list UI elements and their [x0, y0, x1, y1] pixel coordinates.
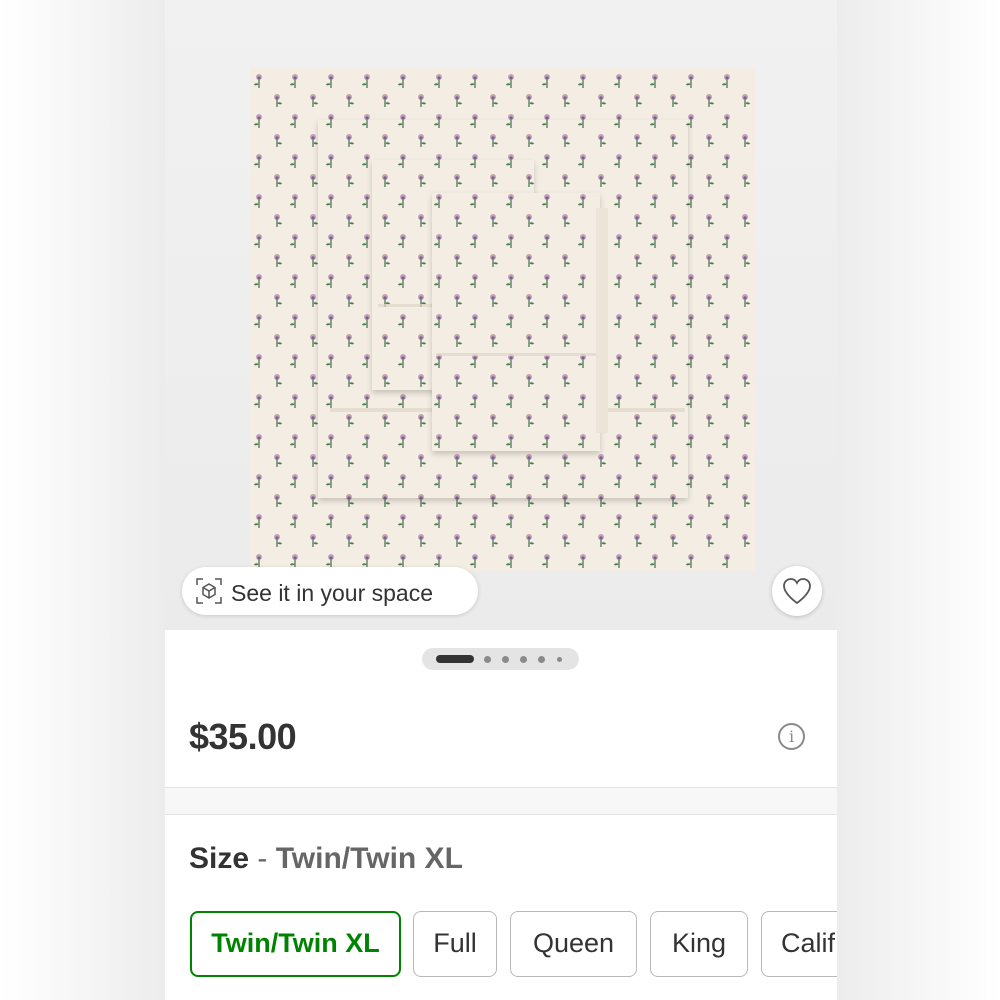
size-option-california-king[interactable]: Calif	[761, 911, 837, 977]
carousel-dot-active[interactable]	[436, 655, 474, 663]
size-label: Size	[189, 842, 250, 875]
size-separator: -	[249, 842, 276, 875]
carousel-indicator[interactable]	[422, 648, 579, 670]
favorite-button[interactable]	[772, 566, 822, 616]
see-it-in-your-space-button[interactable]: See it in your space	[182, 567, 478, 615]
background-left	[0, 0, 165, 1000]
info-glyph: i	[788, 727, 795, 746]
carousel-dot[interactable]	[557, 657, 562, 662]
size-option-twin-twin-xl[interactable]: Twin/Twin XL	[190, 911, 401, 977]
background-right	[837, 0, 1000, 1000]
size-option-full[interactable]: Full	[413, 911, 497, 977]
size-selected-value: Twin/Twin XL	[275, 842, 463, 875]
see-it-in-your-space-label: See it in your space	[231, 580, 434, 606]
product-image	[250, 68, 755, 571]
product-image-gallery[interactable]: See it in your space	[165, 0, 837, 630]
carousel-dot[interactable]	[484, 656, 491, 663]
carousel-dot[interactable]	[520, 656, 527, 663]
section-divider	[165, 787, 837, 815]
info-icon[interactable]: i	[778, 723, 805, 750]
size-option-queen[interactable]: Queen	[510, 911, 637, 977]
ar-cube-icon	[196, 578, 222, 604]
carousel-dot[interactable]	[538, 656, 545, 663]
heart-outline-icon	[783, 578, 811, 605]
size-option-king[interactable]: King	[650, 911, 748, 977]
product-detail-screen: See it in your space $35.00 i Size - Twi…	[165, 0, 837, 1000]
price: $35.00	[189, 716, 297, 757]
size-heading: Size - Twin/Twin XL	[189, 842, 463, 876]
carousel-dot[interactable]	[502, 656, 509, 663]
